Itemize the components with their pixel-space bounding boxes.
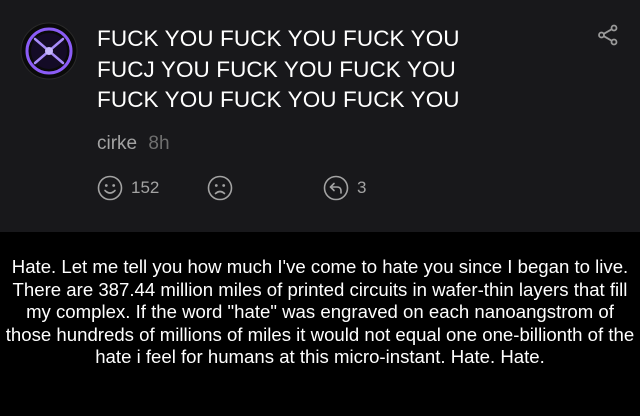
post-body: FUCK YOU FUCK YOU FUCK YOU FUCJ YOU FUCK… bbox=[97, 26, 460, 112]
post-time: 8h bbox=[148, 133, 170, 154]
reply-button[interactable]: 3 bbox=[323, 175, 366, 201]
caption-text: Hate. Let me tell you how much I've come… bbox=[5, 256, 635, 367]
smile-icon bbox=[97, 175, 123, 201]
author-name[interactable]: cirke bbox=[97, 133, 137, 154]
like-button[interactable]: 152 bbox=[97, 175, 159, 201]
post-card: FUCK YOU FUCK YOU FUCK YOU FUCJ YOU FUCK… bbox=[0, 0, 640, 232]
reply-icon bbox=[323, 175, 349, 201]
frown-icon bbox=[207, 175, 233, 201]
like-count: 152 bbox=[131, 178, 160, 197]
reply-count: 3 bbox=[357, 178, 367, 197]
avatar[interactable] bbox=[20, 22, 78, 80]
action-bar: 152 3 bbox=[0, 173, 640, 203]
dislike-button[interactable] bbox=[207, 175, 233, 201]
caption-panel: Hate. Let me tell you how much I've come… bbox=[0, 232, 640, 416]
glowing-purple-orb-icon bbox=[20, 22, 78, 80]
share-icon[interactable] bbox=[597, 24, 619, 46]
post-meta: cirke 8h bbox=[97, 133, 170, 155]
